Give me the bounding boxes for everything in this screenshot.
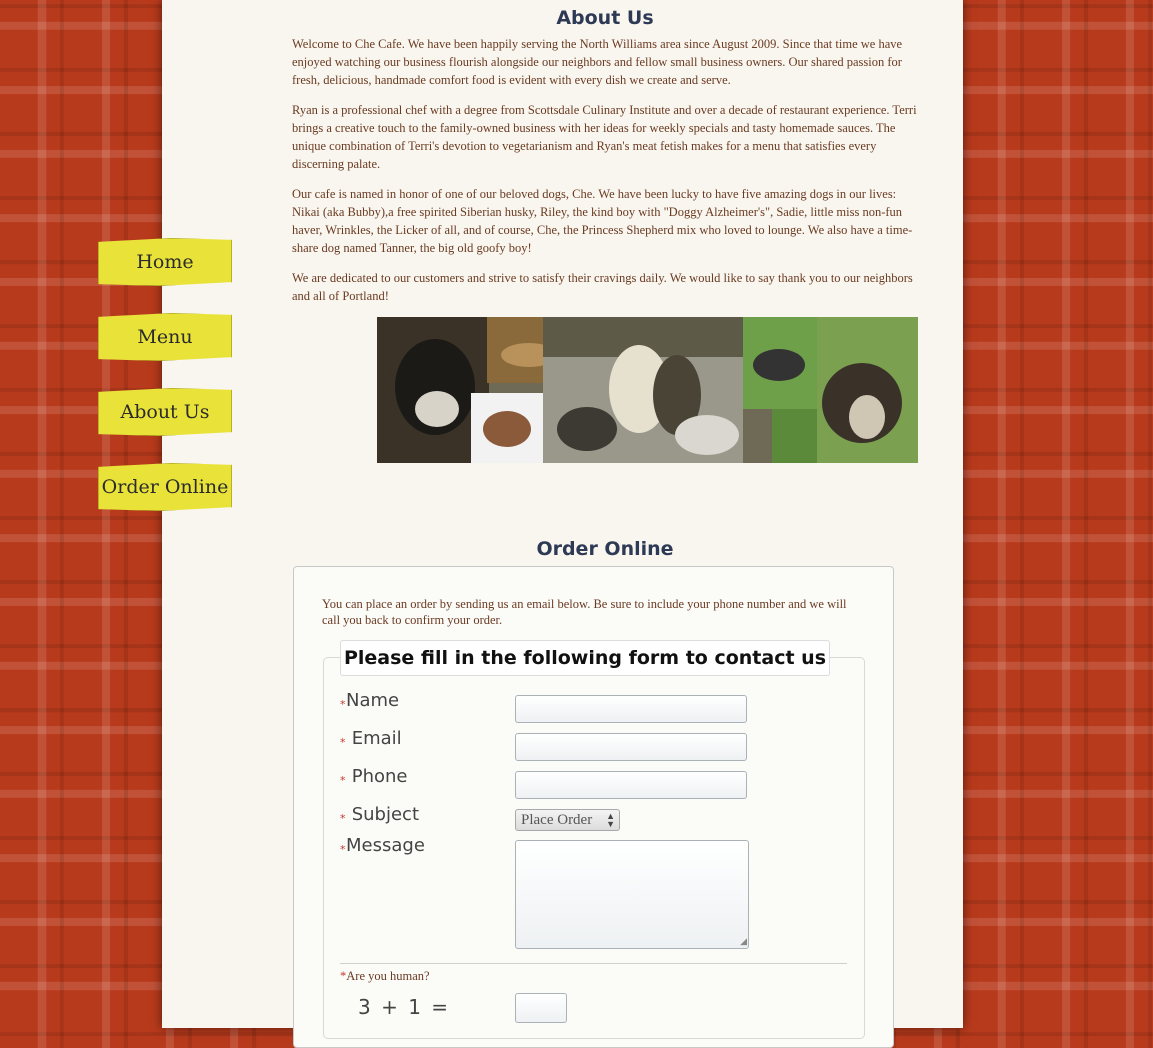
form-divider — [340, 963, 847, 964]
message-label: Message — [346, 835, 425, 856]
required-asterisk: * — [340, 698, 346, 711]
about-paragraph: We are dedicated to our customers and st… — [292, 271, 913, 303]
phone-input[interactable] — [515, 771, 747, 799]
name-input[interactable] — [515, 695, 747, 723]
name-label: Name — [346, 690, 400, 711]
resize-grip-icon[interactable]: ◢ — [740, 937, 747, 947]
nav-about-button[interactable]: About Us — [98, 388, 232, 436]
about-title: About Us — [556, 7, 654, 29]
required-asterisk: * — [340, 843, 346, 856]
nav-order-online-button[interactable]: Order Online — [98, 463, 232, 511]
required-asterisk: * — [340, 812, 346, 825]
order-intro-text: You can place an order by sending us an … — [322, 597, 847, 627]
email-input[interactable] — [515, 733, 747, 761]
about-paragraph: Our cafe is named in honor of one of our… — [292, 187, 913, 255]
subject-select[interactable]: Place Order ▲ ▼ — [515, 809, 620, 831]
nav-home-button[interactable]: Home — [98, 238, 232, 286]
captcha-label: *Are you human? — [340, 969, 430, 984]
subject-selected-value: Place Order — [521, 812, 593, 828]
contact-form-legend: Please fill in the following form to con… — [340, 640, 830, 676]
about-paragraph: Welcome to Che Cafe. We have been happil… — [292, 37, 903, 87]
captcha-answer-input[interactable] — [515, 993, 567, 1023]
required-asterisk: * — [340, 774, 346, 787]
message-textarea[interactable]: ◢ — [515, 840, 749, 949]
phone-label: Phone — [346, 766, 408, 787]
subject-label: Subject — [346, 804, 420, 825]
captcha-question: 3 + 1 = — [358, 995, 451, 1019]
email-label: Email — [346, 728, 402, 749]
required-asterisk: * — [340, 736, 346, 749]
nav-menu-button[interactable]: Menu — [98, 313, 232, 361]
dog-photo-collage — [377, 317, 918, 463]
select-arrows-icon: ▲ ▼ — [606, 811, 615, 829]
order-title: Order Online — [536, 538, 674, 560]
about-paragraph: Ryan is a professional chef with a degre… — [292, 103, 917, 171]
captcha-label-text: Are you human? — [346, 969, 430, 983]
